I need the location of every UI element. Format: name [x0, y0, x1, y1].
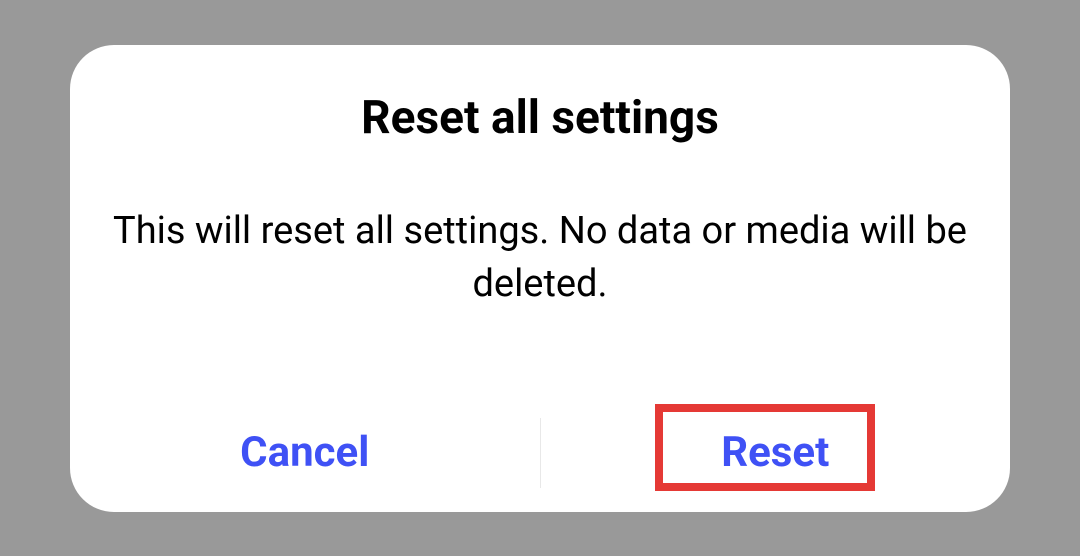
dialog-body-text: This will reset all settings. No data or…: [70, 205, 1010, 394]
cancel-button[interactable]: Cancel: [70, 394, 540, 512]
reset-settings-dialog: Reset all settings This will reset all s…: [70, 45, 1010, 512]
dialog-title: Reset all settings: [70, 91, 1010, 145]
reset-button[interactable]: Reset: [541, 428, 1011, 477]
dialog-actions: Cancel Reset: [70, 394, 1010, 512]
reset-button-wrap: Reset: [541, 394, 1011, 512]
